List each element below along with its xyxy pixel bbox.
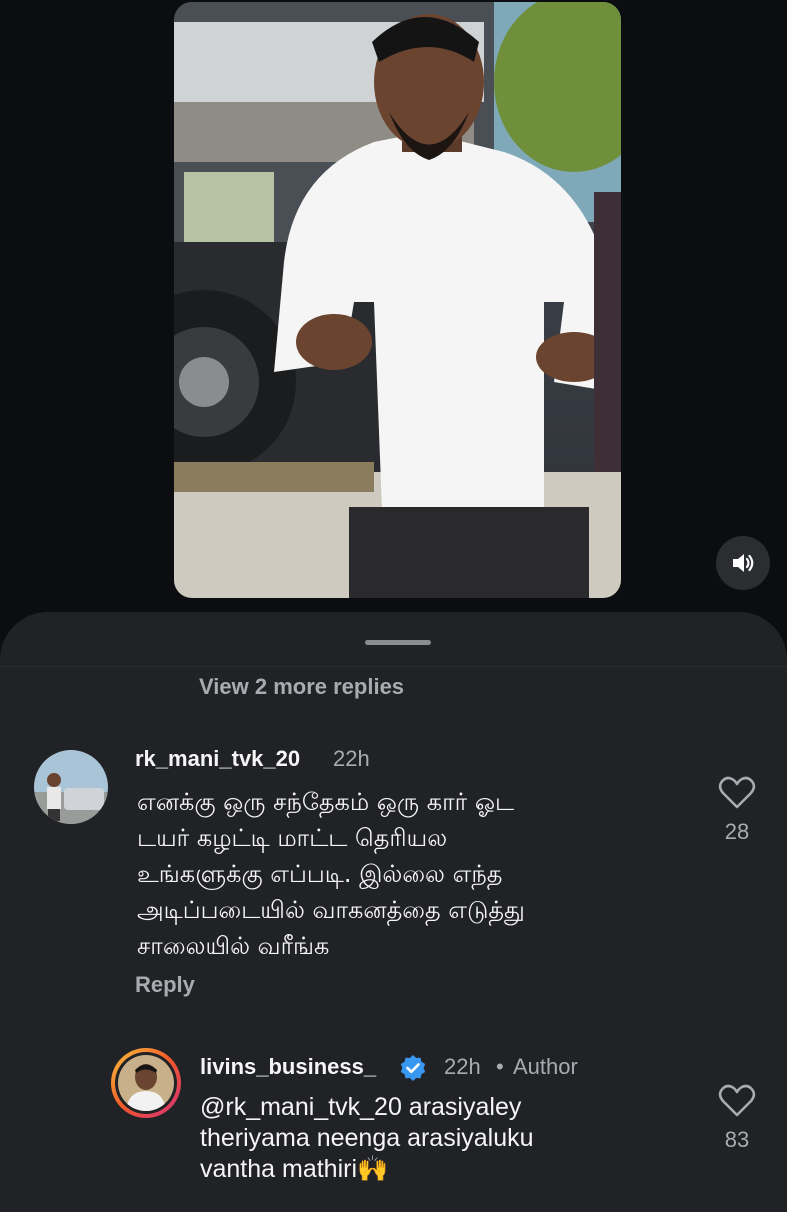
avatar: [118, 1055, 174, 1111]
comment-text: @rk_mani_tvk_20 arasiyaley theriyama nee…: [200, 1093, 534, 1183]
avatar[interactable]: [34, 750, 108, 824]
meta-separator: •: [496, 1054, 504, 1079]
mute-button[interactable]: [716, 536, 770, 590]
heart-outline-icon[interactable]: [718, 1084, 756, 1118]
video-area: [0, 0, 787, 640]
drag-handle[interactable]: [365, 640, 431, 645]
avatar-story-ring[interactable]: [111, 1048, 181, 1118]
comment-username[interactable]: livins_business_: [200, 1054, 376, 1080]
video-player[interactable]: [174, 2, 621, 598]
heart-outline-icon[interactable]: [718, 776, 756, 810]
verified-badge-icon: [400, 1055, 426, 1081]
like-count: 28: [724, 819, 750, 844]
reply-button[interactable]: Reply: [135, 972, 195, 998]
divider: [0, 666, 787, 667]
comment-username[interactable]: rk_mani_tvk_20: [135, 746, 300, 772]
volume-icon: [733, 554, 754, 572]
like-count: 83: [724, 1127, 750, 1152]
comment-timestamp: 22h: [333, 746, 370, 771]
comment-timestamp: 22h: [444, 1054, 481, 1079]
author-label: Author: [513, 1054, 578, 1079]
comment-text: எனக்கு ஒரு சந்தேகம் ஒரு கார் ஓட டயர் கழட…: [137, 788, 525, 960]
view-more-replies-button[interactable]: View 2 more replies: [199, 674, 404, 700]
comments-sheet: View 2 more replies rk_mani_tvk_20 22h எ…: [0, 612, 787, 1212]
video-thumbnail: [174, 2, 621, 598]
